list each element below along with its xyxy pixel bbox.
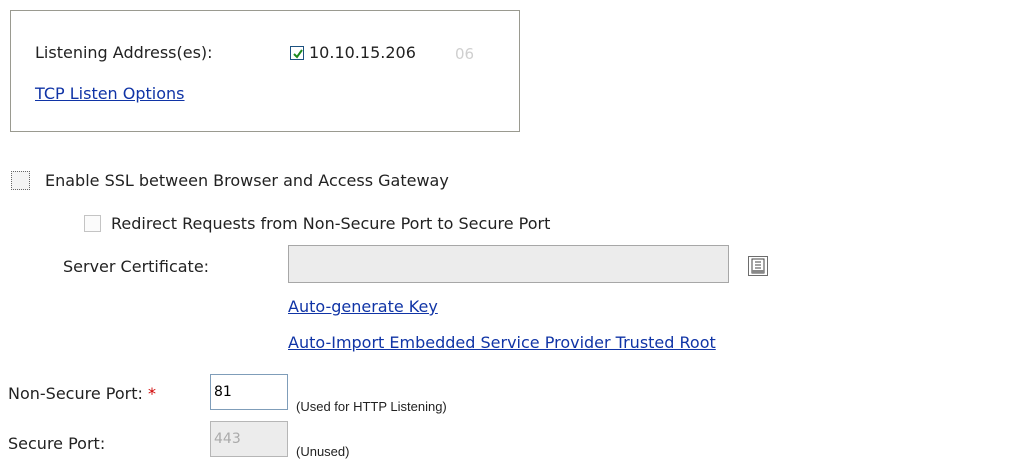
listening-address-label: Listening Address(es):: [35, 43, 213, 62]
listening-address-group: [10, 10, 520, 132]
enable-ssl-checkbox[interactable]: [11, 171, 30, 190]
redirect-requests-label: Redirect Requests from Non-Secure Port t…: [111, 214, 551, 233]
listening-address-checkbox[interactable]: [290, 46, 304, 60]
auto-import-trusted-root-link[interactable]: Auto-Import Embedded Service Provider Tr…: [288, 333, 716, 352]
certificate-browse-icon: [751, 258, 765, 274]
address-ghost-text: 06: [455, 45, 475, 63]
required-marker: *: [147, 384, 156, 403]
non-secure-port-note: (Used for HTTP Listening): [296, 399, 447, 414]
server-certificate-label: Server Certificate:: [63, 257, 210, 276]
tcp-listen-options-link[interactable]: TCP Listen Options: [35, 84, 185, 103]
certificate-browse-button[interactable]: [748, 256, 768, 276]
non-secure-port-input[interactable]: [210, 374, 288, 410]
secure-port-input[interactable]: [210, 421, 288, 457]
auto-generate-key-link[interactable]: Auto-generate Key: [288, 297, 438, 316]
non-secure-port-label: Non-Secure Port: *: [8, 384, 156, 403]
enable-ssl-label: Enable SSL between Browser and Access Ga…: [45, 171, 449, 190]
server-certificate-field[interactable]: [288, 245, 729, 283]
redirect-requests-checkbox[interactable]: [84, 215, 101, 232]
secure-port-label: Secure Port:: [8, 434, 106, 453]
secure-port-note: (Unused): [296, 444, 350, 459]
checkmark-icon: [293, 49, 303, 59]
listening-address-value: 10.10.15.206: [309, 43, 416, 62]
